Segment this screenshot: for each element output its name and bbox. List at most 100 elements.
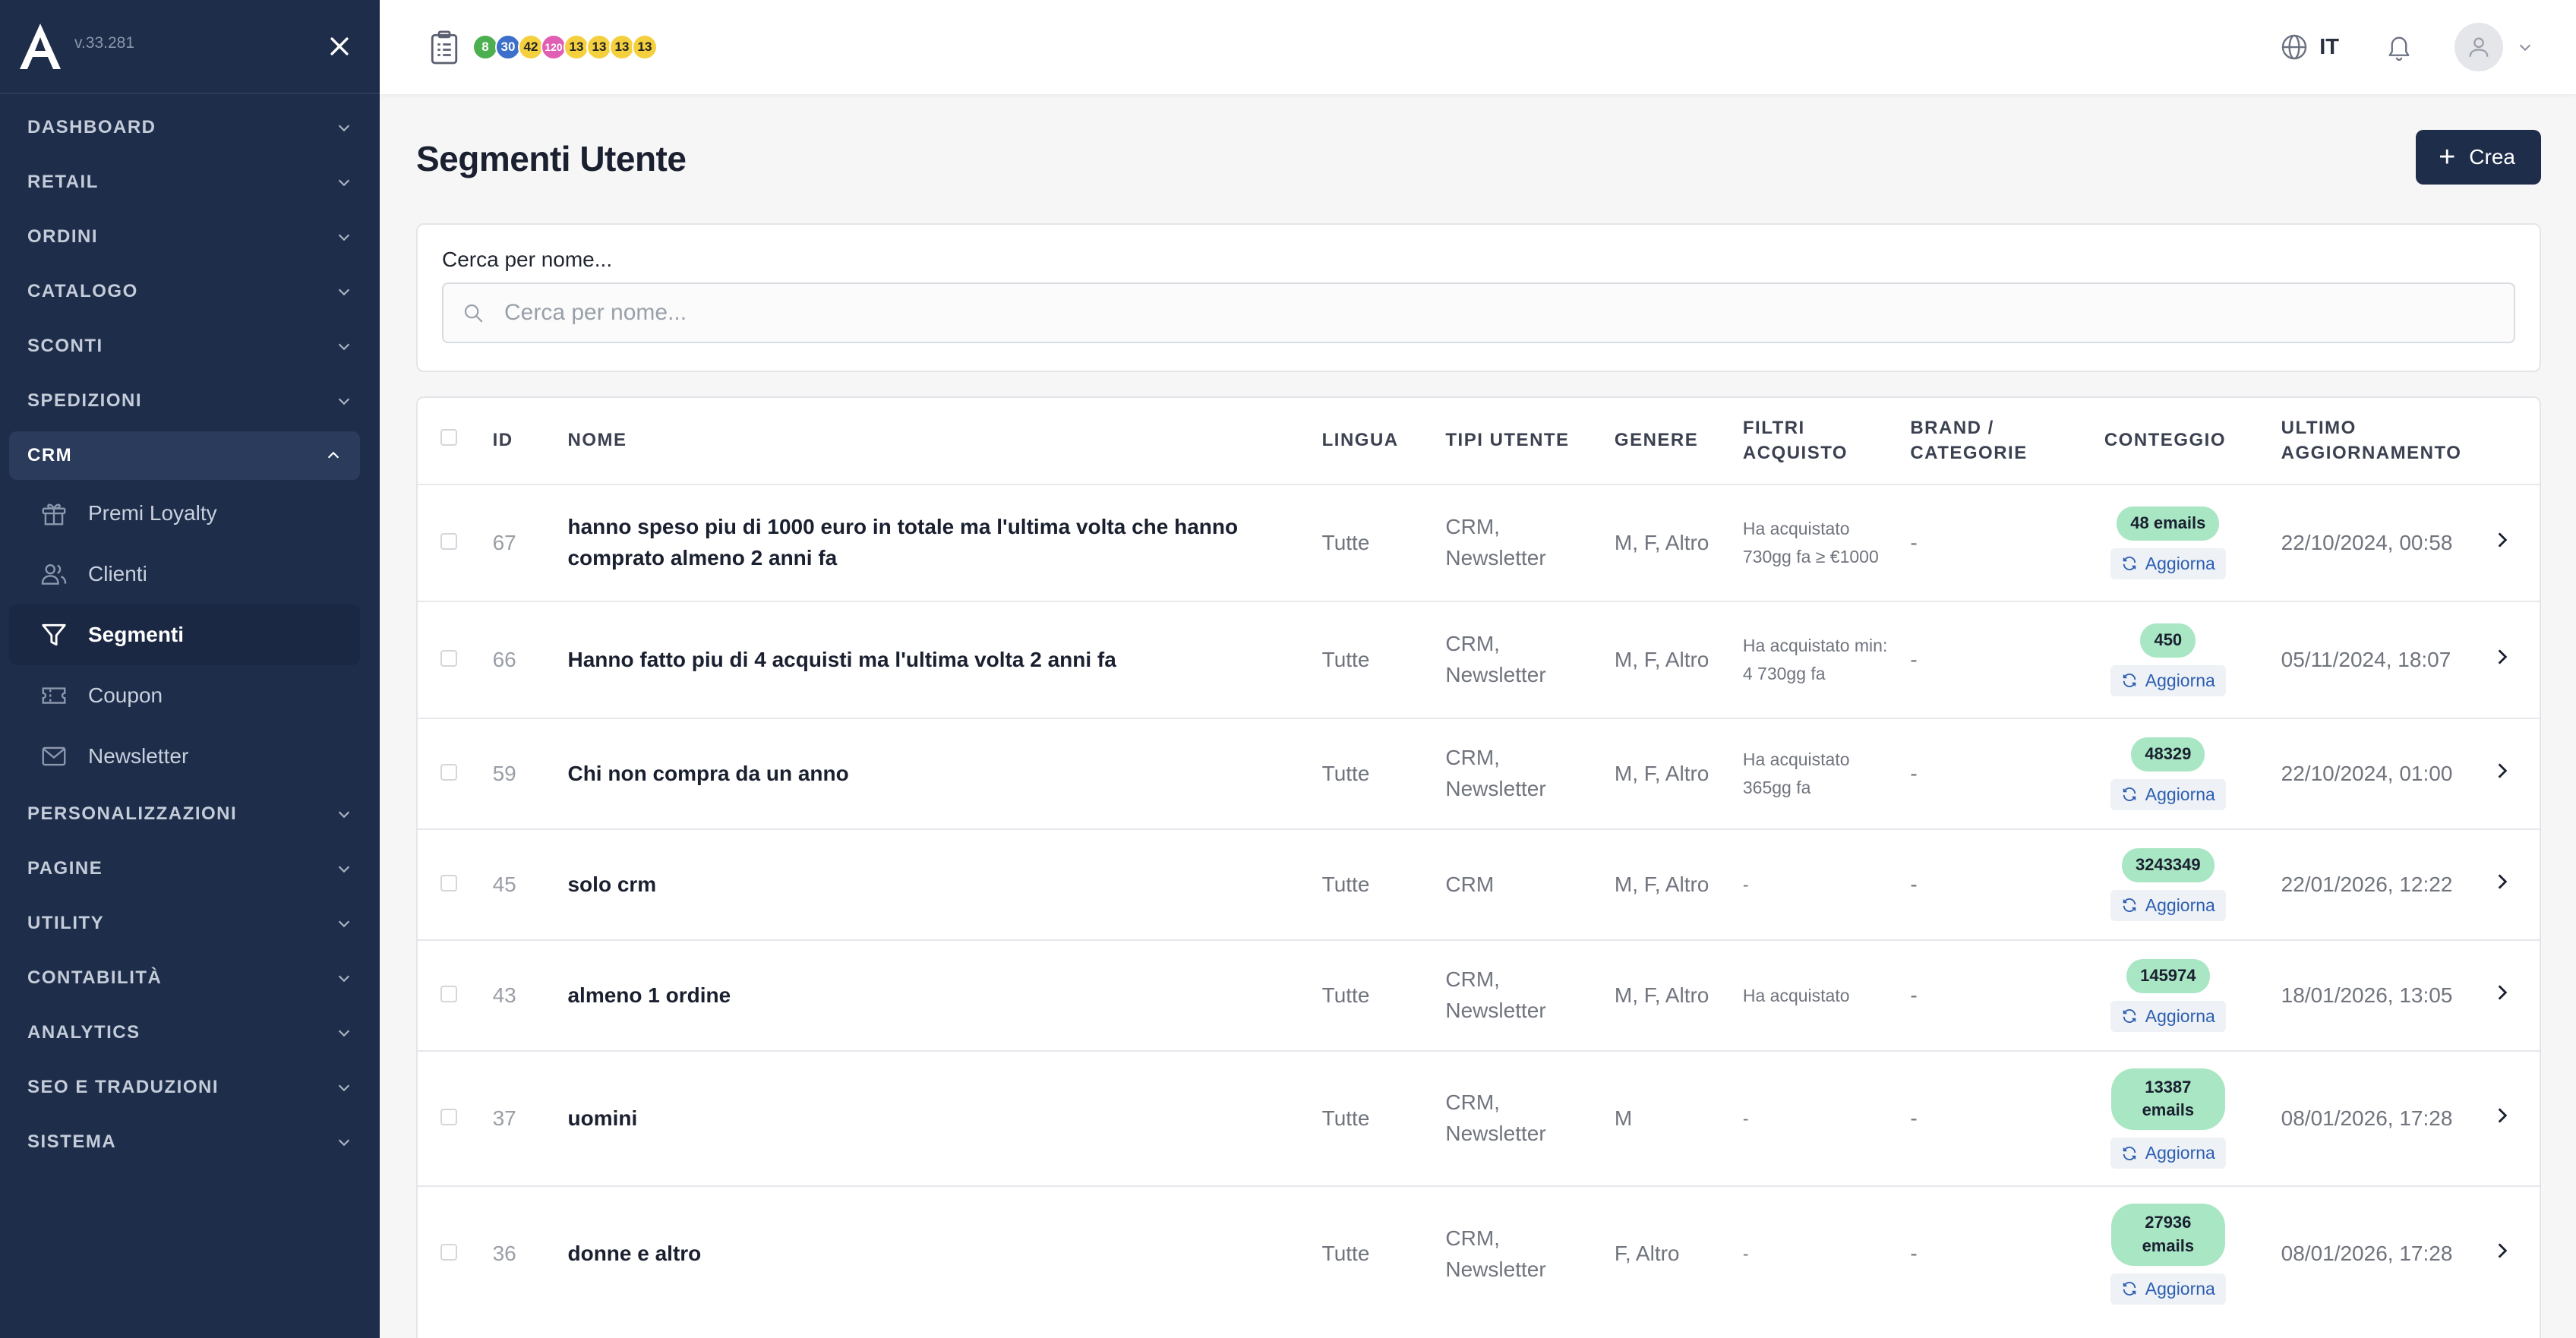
sidebar-subitem-label: Premi Loyalty bbox=[88, 501, 217, 525]
sidebar-item-seo-traduzioni[interactable]: SEO E TRADUZIONI bbox=[0, 1060, 380, 1115]
row-id: 66 bbox=[485, 601, 560, 718]
column-header-genere[interactable]: GENERE bbox=[1607, 398, 1735, 484]
create-button[interactable]: + Crea bbox=[2416, 130, 2541, 185]
close-icon[interactable] bbox=[327, 33, 352, 59]
sidebar-item-analytics[interactable]: ANALYTICS bbox=[0, 1005, 380, 1060]
chevron-right-icon[interactable] bbox=[2492, 647, 2512, 667]
row-checkbox[interactable] bbox=[440, 649, 457, 667]
table-row[interactable]: 45 solo crm Tutte CRM M, F, Altro - - 32… bbox=[418, 828, 2540, 940]
refresh-button[interactable]: Aggiorna bbox=[2110, 1273, 2226, 1305]
sidebar-subitem-newsletter[interactable]: Newsletter bbox=[0, 726, 380, 787]
chevron-right-icon[interactable] bbox=[2492, 761, 2512, 781]
column-header-ultimo[interactable]: ULTIMO AGGIORNAMENTO bbox=[2274, 398, 2485, 484]
sidebar-item-label: UTILITY bbox=[27, 913, 105, 933]
row-brand: - bbox=[1902, 718, 2097, 829]
sidebar-item-utility[interactable]: UTILITY bbox=[0, 896, 380, 951]
refresh-label: Aggiorna bbox=[2145, 553, 2215, 573]
refresh-icon bbox=[2123, 557, 2136, 571]
sidebar-item-contabilita[interactable]: CONTABILITÀ bbox=[0, 951, 380, 1005]
sidebar-subitem-clienti[interactable]: Clienti bbox=[0, 544, 380, 604]
chevron-right-icon[interactable] bbox=[2492, 872, 2512, 891]
row-name: solo crm bbox=[560, 828, 1315, 940]
sidebar-item-personalizzazioni[interactable]: PERSONALIZZAZIONI bbox=[0, 787, 380, 841]
sidebar-item-spedizioni[interactable]: SPEDIZIONI bbox=[0, 374, 380, 428]
bell-icon[interactable] bbox=[2385, 32, 2413, 62]
row-updated: 05/11/2024, 18:07 bbox=[2273, 601, 2485, 718]
chevron-right-icon[interactable] bbox=[2492, 1241, 2512, 1261]
refresh-button[interactable]: Aggiorna bbox=[2110, 664, 2226, 697]
sidebar-item-ordini[interactable]: ORDINI bbox=[0, 210, 380, 264]
row-checkbox[interactable] bbox=[440, 763, 457, 781]
chevron-right-icon[interactable] bbox=[2492, 1106, 2512, 1125]
sidebar-subitem-premi-loyalty[interactable]: Premi Loyalty bbox=[0, 483, 380, 544]
refresh-label: Aggiorna bbox=[2145, 784, 2215, 804]
sidebar-subitem-coupon[interactable]: Coupon bbox=[0, 665, 380, 726]
sidebar-nav: DASHBOARD RETAIL ORDINI CATALOGO SCONTI … bbox=[0, 94, 380, 1169]
row-filtri: Ha acquistato min: 4 730gg fa bbox=[1735, 601, 1903, 718]
row-lingua: Tutte bbox=[1314, 718, 1438, 829]
status-badge: 120 bbox=[541, 34, 567, 60]
sidebar-item-retail[interactable]: RETAIL bbox=[0, 155, 380, 210]
clipboard-icon[interactable] bbox=[428, 29, 460, 65]
search-input[interactable] bbox=[504, 300, 2496, 326]
sidebar-item-catalogo[interactable]: CATALOGO bbox=[0, 264, 380, 319]
logo[interactable] bbox=[18, 22, 62, 71]
sidebar-item-dashboard[interactable]: DASHBOARD bbox=[0, 100, 380, 155]
create-button-label: Crea bbox=[2469, 145, 2515, 169]
count-badge: 3243349 bbox=[2121, 847, 2215, 882]
table-row[interactable]: 67 hanno speso piu di 1000 euro in total… bbox=[418, 484, 2540, 601]
row-checkbox[interactable] bbox=[440, 1244, 457, 1261]
column-header-tipi[interactable]: TIPI UTENTE bbox=[1438, 398, 1607, 484]
notification-badges[interactable]: 8 30 42 120 13 13 13 13 bbox=[472, 34, 658, 60]
refresh-button[interactable]: Aggiorna bbox=[2110, 1000, 2226, 1033]
chevron-down-icon[interactable] bbox=[2517, 39, 2533, 55]
segments-table-card: ID NOME LINGUA TIPI UTENTE GENERE FILTRI… bbox=[416, 396, 2541, 1338]
row-checkbox[interactable] bbox=[440, 874, 457, 891]
row-checkbox[interactable] bbox=[440, 985, 457, 1002]
refresh-button[interactable]: Aggiorna bbox=[2110, 889, 2226, 922]
column-header-name[interactable]: NOME bbox=[560, 398, 1314, 484]
main-content: Segmenti Utente + Crea Cerca per nome...… bbox=[416, 94, 2541, 1338]
row-id: 37 bbox=[485, 1050, 560, 1186]
chevron-down-icon bbox=[338, 125, 350, 132]
globe-icon bbox=[2281, 34, 2307, 60]
row-id: 59 bbox=[485, 718, 560, 829]
refresh-button[interactable]: Aggiorna bbox=[2110, 1138, 2226, 1169]
row-checkbox[interactable] bbox=[440, 532, 457, 550]
refresh-button[interactable]: Aggiorna bbox=[2110, 548, 2226, 580]
sidebar: v.33.281 DASHBOARD RETAIL ORDINI CATALOG… bbox=[0, 0, 380, 1338]
status-badge: 42 bbox=[518, 34, 544, 60]
search-box[interactable] bbox=[442, 282, 2515, 343]
chevron-right-icon[interactable] bbox=[2492, 983, 2512, 1002]
column-header-id[interactable]: ID bbox=[485, 398, 560, 484]
search-card: Cerca per nome... bbox=[416, 223, 2541, 372]
sidebar-item-label: ANALYTICS bbox=[27, 1022, 140, 1043]
sidebar-item-label: SPEDIZIONI bbox=[27, 390, 143, 411]
table-row[interactable]: 43 almeno 1 ordine Tutte CRM, Newsletter… bbox=[418, 939, 2540, 1051]
count-badge: 145974 bbox=[2126, 958, 2210, 993]
refresh-button[interactable]: Aggiorna bbox=[2110, 778, 2226, 811]
table-row[interactable]: 36 donne e altro Tutte CRM, Newsletter F… bbox=[418, 1185, 2540, 1321]
column-header-lingua[interactable]: LINGUA bbox=[1315, 398, 1438, 484]
avatar[interactable] bbox=[2454, 23, 2503, 71]
table-row[interactable]: 37 uomini Tutte CRM, Newsletter M - - 13… bbox=[418, 1050, 2540, 1186]
table-row[interactable]: 59 Chi non compra da un anno Tutte CRM, … bbox=[418, 718, 2540, 829]
row-lingua: Tutte bbox=[1314, 939, 1438, 1051]
sidebar-item-crm[interactable]: CRM bbox=[9, 431, 360, 480]
sidebar-subitem-segmenti[interactable]: Segmenti bbox=[9, 604, 360, 665]
language-selector[interactable]: IT bbox=[2280, 33, 2339, 62]
chevron-right-icon[interactable] bbox=[2492, 530, 2512, 550]
select-all-checkbox[interactable] bbox=[440, 429, 457, 447]
column-header-brand[interactable]: BRAND / CATEGORIE bbox=[1902, 398, 2096, 484]
column-header-conteggio[interactable]: CONTEGGIO bbox=[2097, 398, 2274, 484]
row-id: 43 bbox=[485, 939, 560, 1051]
row-brand: - bbox=[1902, 601, 2097, 718]
sidebar-item-pagine[interactable]: PAGINE bbox=[0, 841, 380, 896]
sidebar-item-sistema[interactable]: SISTEMA bbox=[0, 1115, 380, 1169]
table-row[interactable]: 66 Hanno fatto piu di 4 acquisti ma l'ul… bbox=[418, 601, 2540, 718]
row-checkbox[interactable] bbox=[440, 1108, 457, 1125]
column-header-filtri[interactable]: FILTRI ACQUISTO bbox=[1735, 398, 1902, 484]
sidebar-item-sconti[interactable]: SCONTI bbox=[0, 319, 380, 374]
row-filtri: - bbox=[1735, 1185, 1903, 1321]
row-genere: M bbox=[1606, 1050, 1735, 1186]
